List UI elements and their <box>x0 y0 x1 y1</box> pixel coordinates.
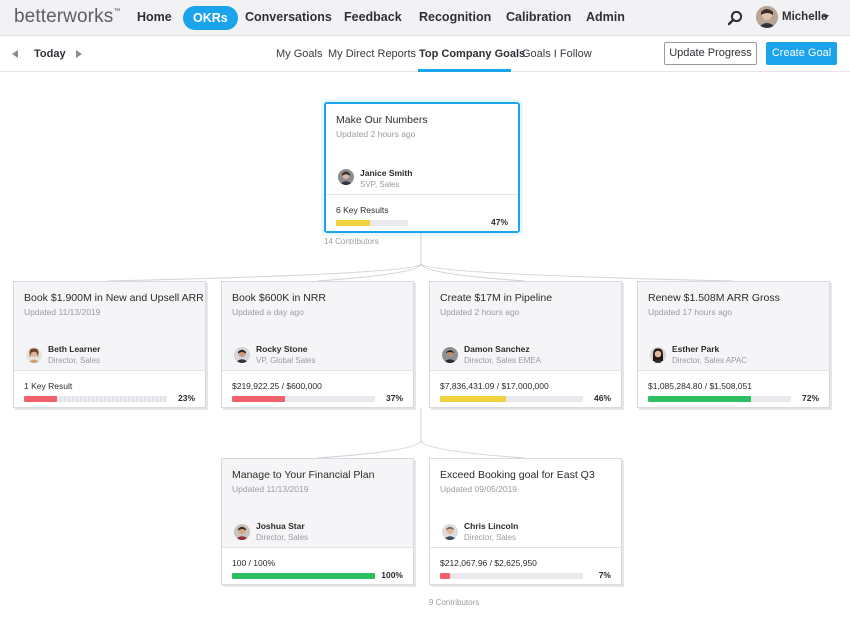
owner-avatar[interactable] <box>442 524 458 540</box>
card-header: Make Our Numbers Updated 2 hours ago Jan… <box>326 104 518 196</box>
contributors-count[interactable]: 9 Contributors <box>429 598 479 607</box>
app-root: betterworks™ Home OKRs Conversations Fee… <box>0 0 850 623</box>
owner-avatar[interactable] <box>650 347 666 363</box>
card-progress: $7,836,431.09 / $17,000,000 46% <box>430 370 621 407</box>
progress-bar-fill <box>232 396 285 402</box>
progress-percent: 7% <box>598 570 611 580</box>
card-progress: $1,085,284.80 / $1,508,051 72% <box>638 370 829 407</box>
progress-bar <box>232 396 375 402</box>
owner-name[interactable]: Esther Park <box>672 344 719 354</box>
card-header: Manage to Your Financial Plan Updated 11… <box>222 459 413 549</box>
goal-updated: Updated 11/13/2019 <box>24 307 101 317</box>
card-progress: 1 Key Result 23% <box>14 370 205 407</box>
owner-avatar[interactable] <box>234 347 250 363</box>
owner-avatar[interactable] <box>26 347 42 363</box>
owner-role: Director, Sales <box>256 533 309 542</box>
owner-name[interactable]: Beth Learner <box>48 344 100 354</box>
key-results-label[interactable]: 1 Key Result <box>24 381 72 391</box>
goal-title[interactable]: Book $600K in NRR <box>232 292 326 304</box>
goal-card-root[interactable]: Make Our Numbers Updated 2 hours ago Jan… <box>324 102 520 233</box>
progress-percent: 47% <box>490 217 508 227</box>
progress-percent: 100% <box>381 570 403 580</box>
key-results-label[interactable]: $1,085,284.80 / $1,508,051 <box>648 381 752 391</box>
goal-title[interactable]: Renew $1.508M ARR Gross <box>648 292 780 304</box>
key-results-label[interactable]: 6 Key Results <box>336 205 388 215</box>
progress-bar <box>336 220 408 226</box>
avatar-icon <box>442 524 458 540</box>
progress-bar-fill <box>336 220 370 226</box>
owner-role: Director, Sales EMEA <box>464 356 541 365</box>
key-results-label[interactable]: 100 / 100% <box>232 558 275 568</box>
progress-percent: 72% <box>801 393 819 403</box>
key-results-label[interactable]: $212,067.96 / $2,625,950 <box>440 558 537 568</box>
goal-card[interactable]: Exceed Booking goal for East Q3 Updated … <box>429 458 622 585</box>
owner-role: Director, Sales <box>48 356 101 365</box>
goal-card[interactable]: Manage to Your Financial Plan Updated 11… <box>221 458 414 585</box>
owner-name[interactable]: Janice Smith <box>360 168 412 178</box>
progress-bar <box>440 573 583 579</box>
card-progress: $212,067.96 / $2,625,950 7% <box>430 547 621 584</box>
goal-title[interactable]: Make Our Numbers <box>336 114 428 126</box>
progress-percent: 37% <box>385 393 403 403</box>
owner-name[interactable]: Chris Lincoln <box>464 521 518 531</box>
progress-percent: 23% <box>177 393 195 403</box>
goal-updated: Updated 11/13/2019 <box>232 484 309 494</box>
progress-bar <box>648 396 791 402</box>
avatar-icon <box>338 169 354 185</box>
goal-updated: Updated a day ago <box>232 307 304 317</box>
owner-role: SVP, Sales <box>360 180 400 189</box>
progress-bar-fill <box>440 573 450 579</box>
contributors-count[interactable]: 14 Contributors <box>324 237 379 246</box>
key-results-label[interactable]: $7,836,431.09 / $17,000,000 <box>440 381 549 391</box>
owner-avatar[interactable] <box>442 347 458 363</box>
owner-role: VP, Global Sales <box>256 356 316 365</box>
avatar-icon <box>442 347 458 363</box>
avatar-icon <box>234 524 250 540</box>
progress-bar-fill <box>232 573 375 579</box>
goal-title[interactable]: Exceed Booking goal for East Q3 <box>440 469 595 481</box>
goal-updated: Updated 09/05/2019 <box>440 484 518 494</box>
card-progress: 100 / 100% 100% <box>222 547 413 584</box>
goal-card[interactable]: Book $600K in NRR Updated a day ago Rock… <box>221 281 414 408</box>
owner-avatar[interactable] <box>338 169 354 185</box>
goal-card[interactable]: Create $17M in Pipeline Updated 2 hours … <box>429 281 622 408</box>
card-progress: 6 Key Results 47% <box>326 194 518 231</box>
avatar-icon <box>650 347 666 363</box>
progress-bar-fill <box>648 396 751 402</box>
card-header: Book $1.900M in New and Upsell ARR Updat… <box>14 282 205 372</box>
owner-role: Director, Sales APAC <box>672 356 747 365</box>
owner-role: Director, Sales <box>464 533 517 542</box>
progress-percent: 46% <box>593 393 611 403</box>
goal-title[interactable]: Manage to Your Financial Plan <box>232 469 374 481</box>
card-header: Book $600K in NRR Updated a day ago Rock… <box>222 282 413 372</box>
progress-bar <box>232 573 375 579</box>
key-results-label[interactable]: $219,922.25 / $600,000 <box>232 381 322 391</box>
progress-bar-fill <box>24 396 57 402</box>
progress-bar-fill <box>440 396 506 402</box>
owner-name[interactable]: Joshua Star <box>256 521 305 531</box>
progress-bar <box>24 396 167 402</box>
owner-name[interactable]: Damon Sanchez <box>464 344 530 354</box>
card-header: Exceed Booking goal for East Q3 Updated … <box>430 459 621 549</box>
owner-avatar[interactable] <box>234 524 250 540</box>
progress-bar <box>440 396 583 402</box>
avatar-icon <box>234 347 250 363</box>
card-header: Create $17M in Pipeline Updated 2 hours … <box>430 282 621 372</box>
owner-name[interactable]: Rocky Stone <box>256 344 308 354</box>
goal-title[interactable]: Book $1.900M in New and Upsell ARR <box>24 292 204 304</box>
goal-updated: Updated 2 hours ago <box>440 307 520 317</box>
goal-title[interactable]: Create $17M in Pipeline <box>440 292 552 304</box>
card-header: Renew $1.508M ARR Gross Updated 17 hours… <box>638 282 829 372</box>
goal-card[interactable]: Book $1.900M in New and Upsell ARR Updat… <box>13 281 206 408</box>
avatar-icon <box>26 347 42 363</box>
card-progress: $219,922.25 / $600,000 37% <box>222 370 413 407</box>
goal-updated: Updated 2 hours ago <box>336 129 416 139</box>
goal-updated: Updated 17 hours ago <box>648 307 733 317</box>
goal-card[interactable]: Renew $1.508M ARR Gross Updated 17 hours… <box>637 281 830 408</box>
